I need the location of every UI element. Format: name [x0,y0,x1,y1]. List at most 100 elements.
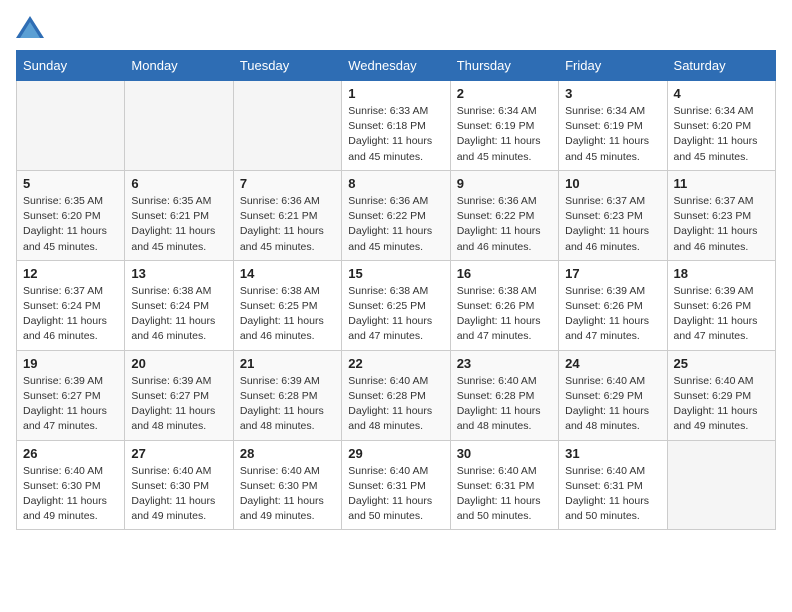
day-info: Sunrise: 6:40 AM Sunset: 6:28 PM Dayligh… [457,374,552,435]
day-info: Sunrise: 6:37 AM Sunset: 6:24 PM Dayligh… [23,284,118,345]
calendar-cell: 6 Sunrise: 6:35 AM Sunset: 6:21 PM Daylig… [125,170,233,260]
calendar-cell: 30 Sunrise: 6:40 AM Sunset: 6:31 PM Dayli… [450,440,558,530]
calendar-cell: 28 Sunrise: 6:40 AM Sunset: 6:30 PM Dayli… [233,440,341,530]
day-info: Sunrise: 6:40 AM Sunset: 6:31 PM Dayligh… [348,464,443,525]
calendar-cell [667,440,775,530]
day-number: 28 [240,446,335,461]
day-info: Sunrise: 6:39 AM Sunset: 6:27 PM Dayligh… [131,374,226,435]
day-number: 11 [674,176,769,191]
day-header-tuesday: Tuesday [233,51,341,81]
calendar-cell: 31Sunrise: 6:40 AM Sunset: 6:31 PM Dayli… [559,440,667,530]
day-number: 10 [565,176,660,191]
day-info: Sunrise: 6:38 AM Sunset: 6:26 PM Dayligh… [457,284,552,345]
day-info: Sunrise: 6:40 AM Sunset: 6:30 PM Dayligh… [23,464,118,525]
calendar-cell: 3 Sunrise: 6:34 AM Sunset: 6:19 PM Daylig… [559,81,667,171]
day-info: Sunrise: 6:40 AM Sunset: 6:30 PM Dayligh… [131,464,226,525]
day-info: Sunrise: 6:39 AM Sunset: 6:28 PM Dayligh… [240,374,335,435]
calendar-week-row: 5Sunrise: 6:35 AM Sunset: 6:20 PM Daylig… [17,170,776,260]
day-number: 20 [131,356,226,371]
day-number: 16 [457,266,552,281]
day-number: 30 [457,446,552,461]
calendar-cell: 14 Sunrise: 6:38 AM Sunset: 6:25 PM Dayli… [233,260,341,350]
calendar-cell: 19 Sunrise: 6:39 AM Sunset: 6:27 PM Dayli… [17,350,125,440]
day-number: 6 [131,176,226,191]
day-number: 2 [457,86,552,101]
day-number: 27 [131,446,226,461]
day-info: Sunrise: 6:36 AM Sunset: 6:21 PM Dayligh… [240,194,335,255]
calendar-cell: 24 Sunrise: 6:40 AM Sunset: 6:29 PM Dayli… [559,350,667,440]
calendar-cell: 16 Sunrise: 6:38 AM Sunset: 6:26 PM Dayli… [450,260,558,350]
day-header-wednesday: Wednesday [342,51,450,81]
day-info: Sunrise: 6:34 AM Sunset: 6:20 PM Dayligh… [674,104,769,165]
calendar-cell: 17Sunrise: 6:39 AM Sunset: 6:26 PM Dayli… [559,260,667,350]
day-info: Sunrise: 6:40 AM Sunset: 6:31 PM Dayligh… [565,464,660,525]
calendar-cell [233,81,341,171]
day-number: 14 [240,266,335,281]
calendar-cell: 15 Sunrise: 6:38 AM Sunset: 6:25 PM Dayli… [342,260,450,350]
calendar-cell: 22Sunrise: 6:40 AM Sunset: 6:28 PM Dayli… [342,350,450,440]
day-number: 19 [23,356,118,371]
day-info: Sunrise: 6:37 AM Sunset: 6:23 PM Dayligh… [565,194,660,255]
day-info: Sunrise: 6:33 AM Sunset: 6:18 PM Dayligh… [348,104,443,165]
day-info: Sunrise: 6:38 AM Sunset: 6:24 PM Dayligh… [131,284,226,345]
day-header-thursday: Thursday [450,51,558,81]
calendar-cell [125,81,233,171]
day-info: Sunrise: 6:39 AM Sunset: 6:27 PM Dayligh… [23,374,118,435]
calendar-cell: 4 Sunrise: 6:34 AM Sunset: 6:20 PM Daylig… [667,81,775,171]
day-number: 26 [23,446,118,461]
day-header-monday: Monday [125,51,233,81]
day-info: Sunrise: 6:35 AM Sunset: 6:21 PM Dayligh… [131,194,226,255]
day-number: 15 [348,266,443,281]
day-header-saturday: Saturday [667,51,775,81]
calendar-cell: 10 Sunrise: 6:37 AM Sunset: 6:23 PM Dayli… [559,170,667,260]
calendar-cell: 7 Sunrise: 6:36 AM Sunset: 6:21 PM Daylig… [233,170,341,260]
calendar-cell: 1 Sunrise: 6:33 AM Sunset: 6:18 PM Daylig… [342,81,450,171]
day-number: 13 [131,266,226,281]
calendar-cell: 29 Sunrise: 6:40 AM Sunset: 6:31 PM Dayli… [342,440,450,530]
calendar-cell: 18Sunrise: 6:39 AM Sunset: 6:26 PM Dayli… [667,260,775,350]
day-number: 9 [457,176,552,191]
day-number: 25 [674,356,769,371]
day-number: 18 [674,266,769,281]
calendar-cell: 25 Sunrise: 6:40 AM Sunset: 6:29 PM Dayli… [667,350,775,440]
day-number: 7 [240,176,335,191]
day-info: Sunrise: 6:40 AM Sunset: 6:29 PM Dayligh… [565,374,660,435]
day-info: Sunrise: 6:40 AM Sunset: 6:30 PM Dayligh… [240,464,335,525]
calendar-cell: 20 Sunrise: 6:39 AM Sunset: 6:27 PM Dayli… [125,350,233,440]
calendar-table: SundayMondayTuesdayWednesdayThursdayFrid… [16,50,776,530]
day-info: Sunrise: 6:36 AM Sunset: 6:22 PM Dayligh… [348,194,443,255]
calendar-cell: 27 Sunrise: 6:40 AM Sunset: 6:30 PM Dayli… [125,440,233,530]
day-info: Sunrise: 6:38 AM Sunset: 6:25 PM Dayligh… [240,284,335,345]
calendar-week-row: 26 Sunrise: 6:40 AM Sunset: 6:30 PM Dayli… [17,440,776,530]
day-info: Sunrise: 6:40 AM Sunset: 6:28 PM Dayligh… [348,374,443,435]
page-header [16,16,776,38]
day-number: 23 [457,356,552,371]
day-info: Sunrise: 6:39 AM Sunset: 6:26 PM Dayligh… [565,284,660,345]
calendar-week-row: 19 Sunrise: 6:39 AM Sunset: 6:27 PM Dayli… [17,350,776,440]
calendar-week-row: 1 Sunrise: 6:33 AM Sunset: 6:18 PM Daylig… [17,81,776,171]
day-number: 5 [23,176,118,191]
calendar-cell: 21Sunrise: 6:39 AM Sunset: 6:28 PM Dayli… [233,350,341,440]
day-info: Sunrise: 6:34 AM Sunset: 6:19 PM Dayligh… [565,104,660,165]
calendar-cell: 23 Sunrise: 6:40 AM Sunset: 6:28 PM Dayli… [450,350,558,440]
day-header-sunday: Sunday [17,51,125,81]
calendar-cell: 13 Sunrise: 6:38 AM Sunset: 6:24 PM Dayli… [125,260,233,350]
day-info: Sunrise: 6:40 AM Sunset: 6:31 PM Dayligh… [457,464,552,525]
calendar-cell: 2 Sunrise: 6:34 AM Sunset: 6:19 PM Daylig… [450,81,558,171]
day-number: 29 [348,446,443,461]
day-info: Sunrise: 6:36 AM Sunset: 6:22 PM Dayligh… [457,194,552,255]
day-info: Sunrise: 6:38 AM Sunset: 6:25 PM Dayligh… [348,284,443,345]
day-header-friday: Friday [559,51,667,81]
logo-icon [16,16,44,38]
day-info: Sunrise: 6:34 AM Sunset: 6:19 PM Dayligh… [457,104,552,165]
calendar-cell: 12Sunrise: 6:37 AM Sunset: 6:24 PM Dayli… [17,260,125,350]
calendar-cell: 11Sunrise: 6:37 AM Sunset: 6:23 PM Dayli… [667,170,775,260]
day-number: 4 [674,86,769,101]
calendar-cell: 8 Sunrise: 6:36 AM Sunset: 6:22 PM Daylig… [342,170,450,260]
calendar-cell: 5Sunrise: 6:35 AM Sunset: 6:20 PM Daylig… [17,170,125,260]
day-info: Sunrise: 6:40 AM Sunset: 6:29 PM Dayligh… [674,374,769,435]
day-number: 24 [565,356,660,371]
day-number: 8 [348,176,443,191]
day-number: 3 [565,86,660,101]
day-number: 1 [348,86,443,101]
